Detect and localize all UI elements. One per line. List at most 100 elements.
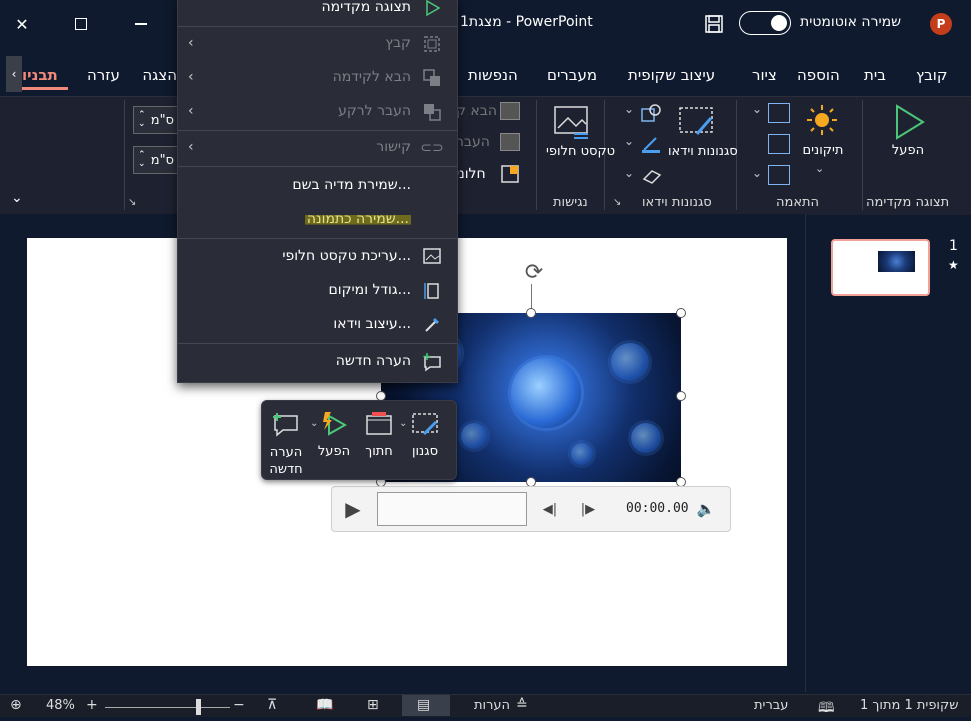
width-value: ס"מ <box>150 152 174 168</box>
fit-to-window-icon[interactable]: ⊕ <box>10 697 22 713</box>
step-back-icon[interactable]: ◀| <box>540 499 560 519</box>
color-dropdown-icon[interactable]: ⌄ <box>752 102 762 116</box>
size-dialog-launcher-icon[interactable]: ↘ <box>128 197 136 208</box>
media-progress-track[interactable] <box>377 492 527 526</box>
menu-item-new-comment[interactable]: הערה חדשה <box>178 345 457 379</box>
zoom-level[interactable]: 48% <box>46 698 75 713</box>
tab-transitions[interactable]: מעברים <box>547 66 597 84</box>
menu-item-save-media-as[interactable]: שמירת מדיה בשם... <box>178 169 457 203</box>
reset-dropdown-icon[interactable]: ⌄ <box>752 166 762 180</box>
tab-design[interactable]: עיצוב שקופית <box>628 66 715 84</box>
tab-animations[interactable]: הנפשות <box>468 66 518 84</box>
autosave-label: שמירה אוטומטית <box>800 14 902 30</box>
dialog-launcher-icon[interactable]: ↘ <box>613 197 621 208</box>
zoom-slider-thumb[interactable] <box>196 699 201 715</box>
resize-handle[interactable] <box>676 391 686 401</box>
slide-sorter-icon[interactable]: ⊞ <box>367 697 379 713</box>
tab-home[interactable]: בית <box>864 66 886 84</box>
border-icon[interactable] <box>640 134 662 154</box>
zoom-out-icon[interactable]: − <box>233 697 245 713</box>
tab-help[interactable]: עזרה <box>87 66 120 84</box>
reset-design-icon[interactable] <box>768 165 790 185</box>
selection-pane-label[interactable]: חלוני <box>456 166 486 182</box>
send-back-icon <box>421 101 443 123</box>
play-button[interactable]: הפעל <box>880 143 936 158</box>
play-pause-icon[interactable]: ▶ <box>340 496 366 522</box>
zoom-slider[interactable] <box>105 707 230 708</box>
menu-item-size-position[interactable]: גודל ומיקום... <box>178 274 457 308</box>
mini-trim-button[interactable]: חתוך <box>357 404 401 459</box>
effects-icon[interactable] <box>640 165 662 185</box>
alt-text-button[interactable]: טקסט חלופי <box>546 143 615 161</box>
notes-button[interactable]: הערות <box>474 698 510 713</box>
menu-item-group[interactable]: ‹ קבץ <box>178 27 457 61</box>
video-styles-icon[interactable] <box>677 104 717 140</box>
corrections-dropdown-icon[interactable]: ⌄ <box>815 162 824 175</box>
selection-pane-icon[interactable] <box>500 164 520 184</box>
collapse-ribbon-icon[interactable]: ⌄ <box>11 190 23 206</box>
link-icon: ⊂⊃ <box>420 140 444 156</box>
notes-icon[interactable]: ≙ <box>516 697 528 713</box>
menu-separator <box>178 166 457 167</box>
normal-view-icon[interactable]: ▤ <box>417 697 430 713</box>
effects-dropdown-icon[interactable]: ⌄ <box>624 166 634 180</box>
mini-new-comment-label: הערה חדשה <box>269 445 303 477</box>
mini-play-dropdown-icon[interactable]: ⌄ <box>310 418 318 429</box>
change-image-icon[interactable] <box>768 134 790 154</box>
height-value: ס"מ <box>150 112 174 128</box>
reading-view-icon[interactable]: 📖 <box>316 697 333 713</box>
restore-icon[interactable] <box>59 0 103 48</box>
zoom-in-icon[interactable]: + <box>86 697 98 713</box>
menu-item-send-to-back[interactable]: ‹ העבר לרקע <box>178 95 457 129</box>
language-indicator[interactable]: עברית <box>754 698 788 713</box>
save-icon[interactable] <box>692 0 736 48</box>
bring-forward-label[interactable]: הבא ק <box>456 103 497 119</box>
resize-handle[interactable] <box>676 308 686 318</box>
play-icon[interactable] <box>889 102 929 142</box>
menu-item-preview[interactable]: תצוגה מקדימה <box>178 0 457 25</box>
minimize-icon[interactable] <box>119 0 163 48</box>
border-dropdown-icon[interactable]: ⌄ <box>624 134 634 148</box>
send-backward-label[interactable]: העבר <box>456 134 490 150</box>
mini-new-comment-button[interactable]: הערה חדשה <box>264 404 308 478</box>
tab-insert[interactable]: הוספה <box>797 66 840 84</box>
corrections-button[interactable]: תיקונים <box>796 143 850 158</box>
resize-handle[interactable] <box>526 308 536 318</box>
bring-forward-icon[interactable] <box>500 102 520 120</box>
autosave-toggle[interactable] <box>739 11 791 35</box>
ribbon-separator <box>862 100 863 210</box>
tab-draw[interactable]: ציור <box>752 66 777 84</box>
context-menu: תצוגה מקדימה ‹ קבץ ‹ הבא לקידמה ‹ העבר ל… <box>177 0 458 383</box>
spinner-arrows-icon[interactable]: ⌃ ⌄ <box>138 111 146 129</box>
mini-play-label: הפעל <box>317 444 351 459</box>
step-forward-icon[interactable]: |▶ <box>578 499 598 519</box>
menu-item-edit-alt-text[interactable]: עריכת טקסט חלופי... <box>178 240 457 274</box>
corrections-icon[interactable] <box>804 102 840 138</box>
slideshow-view-icon[interactable]: ⊼ <box>267 697 277 713</box>
tab-scroll-left-icon[interactable]: ‹ <box>6 56 22 92</box>
send-backward-icon[interactable] <box>500 133 520 151</box>
shape-dropdown-icon[interactable]: ⌄ <box>624 102 634 116</box>
accessibility-icon[interactable]: 🕮 <box>818 697 835 721</box>
mini-play-icon <box>312 404 356 444</box>
tab-slideshow[interactable]: הצגה <box>143 66 177 84</box>
tab-file[interactable]: קובץ <box>916 66 948 84</box>
close-icon[interactable]: ✕ <box>0 0 44 48</box>
shape-icon[interactable] <box>640 103 662 123</box>
width-spinner[interactable]: ⌃ ⌄ ס"מ <box>133 146 179 174</box>
menu-item-format-video[interactable]: עיצוב וידאו... <box>178 308 457 342</box>
mini-play-button[interactable]: הפעל <box>312 404 356 459</box>
volume-icon[interactable]: 🔈 <box>695 499 717 519</box>
ribbon-separator <box>536 100 537 210</box>
alt-text-icon[interactable] <box>552 104 592 140</box>
menu-item-bring-to-front[interactable]: ‹ הבא לקידמה <box>178 61 457 95</box>
tab-playback-active[interactable]: תבניו <box>22 66 58 84</box>
rotate-handle-icon[interactable]: ⟳ <box>519 258 549 286</box>
height-spinner[interactable]: ⌃ ⌄ ס"מ <box>133 106 179 134</box>
color-icon[interactable] <box>768 103 790 123</box>
mini-style-button[interactable]: סגנון <box>403 404 447 459</box>
menu-item-save-as-picture[interactable]: שמירה כתמונה... <box>178 203 457 237</box>
video-styles-button[interactable]: סגנונות וידאו <box>668 143 738 161</box>
spinner-arrows-icon[interactable]: ⌃ ⌄ <box>138 151 146 169</box>
menu-item-link[interactable]: ‹ ⊂⊃ קישור <box>178 131 457 165</box>
